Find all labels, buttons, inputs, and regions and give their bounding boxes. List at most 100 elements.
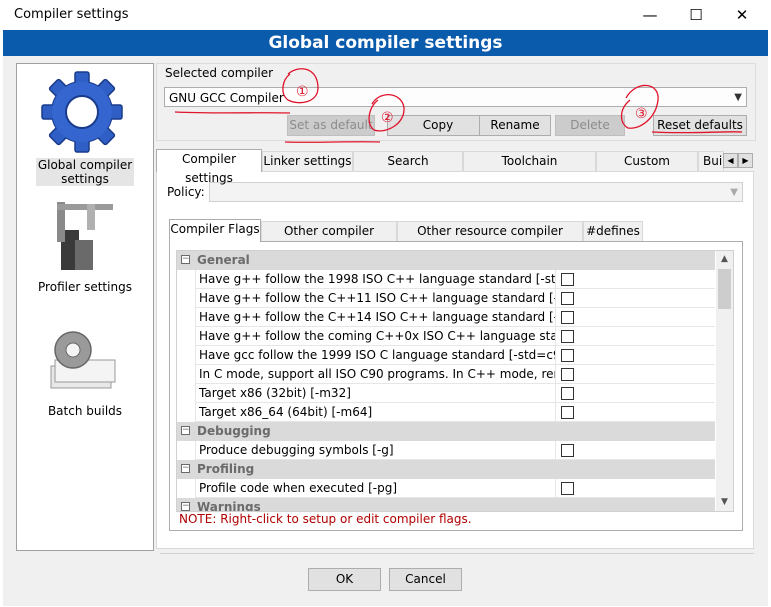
compiler-select[interactable]: GNU GCC Compiler ▼ xyxy=(164,87,747,107)
set-as-default-button[interactable]: Set as default xyxy=(287,115,375,136)
flag-checkbox[interactable] xyxy=(561,406,574,419)
tab-other-resource-compiler-options[interactable]: Other resource compiler options xyxy=(397,221,583,257)
sidebar-item-global-compiler[interactable]: Global compiler settings xyxy=(17,70,153,190)
chevron-down-icon: ▼ xyxy=(734,92,742,103)
flag-value-cell xyxy=(555,289,715,308)
cancel-button[interactable]: Cancel xyxy=(389,568,462,591)
selected-compiler-group: Selected compiler GNU GCC Compiler ▼ Set… xyxy=(156,63,756,141)
flag-row: Have gcc follow the 1999 ISO C language … xyxy=(177,346,715,365)
collapse-icon[interactable]: − xyxy=(181,464,190,473)
flag-category-label: Profiling xyxy=(197,462,255,476)
flag-checkbox[interactable] xyxy=(561,482,574,495)
flag-checkbox[interactable] xyxy=(561,444,574,457)
flag-row: Have g++ follow the coming C++0x ISO C++… xyxy=(177,327,715,346)
delete-button[interactable]: Delete xyxy=(555,115,625,136)
settings-sidebar: Global compiler settings Profiler settin… xyxy=(16,63,154,551)
minimize-button[interactable]: — xyxy=(627,0,673,30)
tab-defines[interactable]: #defines xyxy=(583,221,643,241)
settings-tabs: Compiler settings Linker settings Search… xyxy=(156,149,754,187)
maximize-button[interactable]: ☐ xyxy=(673,0,719,30)
compiler-flags-panel: − General Have g++ follow the 1998 ISO C++… xyxy=(169,241,743,531)
selected-compiler-label: Selected compiler xyxy=(165,66,274,80)
flag-label: Have g++ follow the C++14 ISO C++ langua… xyxy=(195,308,555,327)
flag-row: Have g++ follow the C++11 ISO C++ langua… xyxy=(177,289,715,308)
flag-value-cell xyxy=(555,479,715,498)
reset-defaults-button[interactable]: Reset defaults xyxy=(653,115,747,136)
tab-toolchain-executables[interactable]: Toolchain executables xyxy=(463,151,596,187)
flags-note: NOTE: Right-click to setup or edit compi… xyxy=(179,512,472,526)
flag-value-cell xyxy=(555,403,715,422)
flag-row: Have g++ follow the C++14 ISO C++ langua… xyxy=(177,308,715,327)
tab-compiler-flags[interactable]: Compiler Flags xyxy=(169,219,261,242)
flag-value-cell xyxy=(555,441,715,460)
flag-value-cell xyxy=(555,270,715,289)
compiler-select-value: GNU GCC Compiler xyxy=(169,91,284,105)
rename-button[interactable]: Rename xyxy=(479,115,551,136)
flag-row: Target x86_64 (64bit) [-m64] xyxy=(177,403,715,422)
tab-linker-settings[interactable]: Linker settings xyxy=(262,151,353,171)
flag-row: In C mode, support all ISO C90 programs.… xyxy=(177,365,715,384)
flag-value-cell xyxy=(555,308,715,327)
batch-gear-icon xyxy=(50,331,116,389)
flags-scrollbar[interactable]: ▲ ▼ xyxy=(716,251,733,511)
flag-checkbox[interactable] xyxy=(561,292,574,305)
flag-category-label: Debugging xyxy=(197,424,271,438)
flag-value-cell xyxy=(555,346,715,365)
scroll-thumb[interactable] xyxy=(718,269,731,309)
flag-label: In C mode, support all ISO C90 programs.… xyxy=(195,365,555,384)
tab-compiler-settings[interactable]: Compiler settings xyxy=(156,149,262,185)
close-button[interactable]: ✕ xyxy=(719,0,765,30)
tab-build-options[interactable]: Bui xyxy=(698,151,724,171)
flag-value-cell xyxy=(555,365,715,384)
collapse-icon[interactable]: − xyxy=(181,426,190,435)
tab-search-directories[interactable]: Search directories xyxy=(353,151,463,187)
collapse-icon[interactable]: − xyxy=(181,255,190,264)
sidebar-item-label: Batch builds xyxy=(47,404,123,418)
flag-row: Have g++ follow the 1998 ISO C++ languag… xyxy=(177,270,715,289)
collapse-icon[interactable]: − xyxy=(181,502,190,511)
sidebar-item-batch-builds[interactable]: Batch builds xyxy=(17,326,153,426)
flag-category-label: General xyxy=(197,253,250,267)
flag-label: Have g++ follow the coming C++0x ISO C++… xyxy=(195,327,555,346)
policy-select[interactable]: ▼ xyxy=(209,182,743,202)
scroll-down-icon[interactable]: ▼ xyxy=(716,494,733,511)
flag-checkbox[interactable] xyxy=(561,273,574,286)
tab-scroll-right-icon[interactable]: ▶ xyxy=(738,153,753,168)
flag-category[interactable]: − Profiling xyxy=(177,460,715,479)
flag-value-cell xyxy=(555,384,715,403)
flag-category[interactable]: − General xyxy=(177,251,715,270)
flag-row: Target x86 (32bit) [-m32] xyxy=(177,384,715,403)
flag-row: Profile code when executed [-pg] xyxy=(177,479,715,498)
flag-label: Profile code when executed [-pg] xyxy=(195,479,555,498)
copy-button[interactable]: Copy xyxy=(387,115,489,136)
flag-label: Target x86 (32bit) [-m32] xyxy=(195,384,555,403)
flag-label: Have g++ follow the C++11 ISO C++ langua… xyxy=(195,289,555,308)
caliper-icon xyxy=(57,202,113,270)
tab-custom-variables[interactable]: Custom variables xyxy=(596,151,698,187)
flag-checkbox[interactable] xyxy=(561,330,574,343)
gear-icon xyxy=(41,71,123,153)
banner-title: Global compiler settings xyxy=(3,30,768,56)
flag-category[interactable]: − Warnings xyxy=(177,498,715,512)
sidebar-item-label: Global compiler settings xyxy=(35,158,135,186)
flag-label: Have gcc follow the 1999 ISO C language … xyxy=(195,346,555,365)
flag-category-label: Warnings xyxy=(197,500,261,512)
sidebar-item-profiler[interactable]: Profiler settings xyxy=(17,196,153,296)
tab-other-compiler-options[interactable]: Other compiler options xyxy=(261,221,397,257)
flag-category[interactable]: − Debugging xyxy=(177,422,715,441)
footer-separator xyxy=(160,553,754,554)
compiler-settings-panel: Policy: ▼ Compiler Flags Other compiler … xyxy=(156,171,754,549)
ok-button[interactable]: OK xyxy=(308,568,381,591)
tab-scroll-left-icon[interactable]: ◀ xyxy=(723,153,738,168)
dialog-client: Global compiler settings Profiler settin… xyxy=(3,56,768,606)
flag-checkbox[interactable] xyxy=(561,368,574,381)
flag-row: Produce debugging symbols [-g] xyxy=(177,441,715,460)
flag-checkbox[interactable] xyxy=(561,311,574,324)
flag-checkbox[interactable] xyxy=(561,387,574,400)
flags-list: − General Have g++ follow the 1998 ISO C++… xyxy=(176,250,734,512)
flag-label: Produce debugging symbols [-g] xyxy=(195,441,555,460)
flag-value-cell xyxy=(555,327,715,346)
window-title: Compiler settings xyxy=(14,7,129,22)
flag-checkbox[interactable] xyxy=(561,349,574,362)
scroll-up-icon[interactable]: ▲ xyxy=(716,251,733,268)
